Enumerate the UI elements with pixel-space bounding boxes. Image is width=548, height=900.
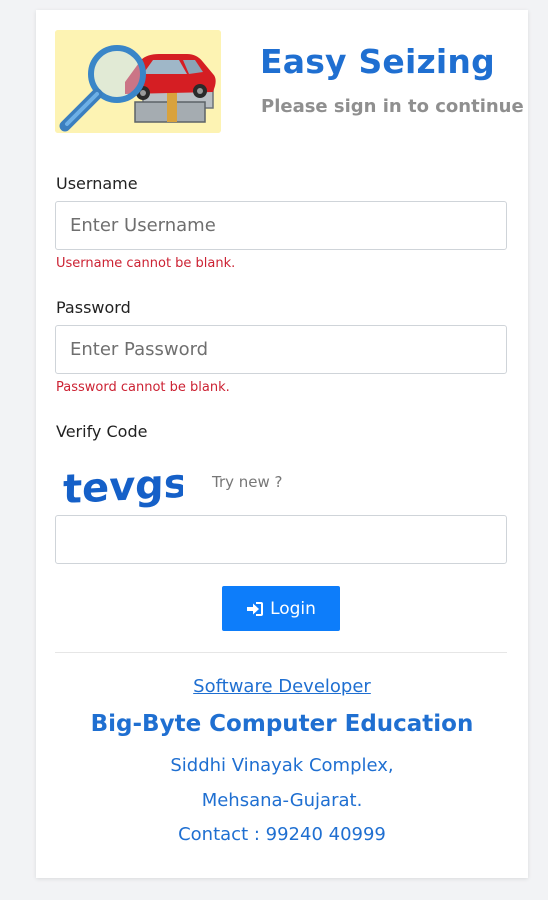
address-line-1: Siddhi Vinayak Complex, bbox=[170, 755, 394, 776]
sign-in-icon bbox=[247, 601, 264, 616]
password-label: Password bbox=[56, 298, 131, 317]
verify-code-input[interactable] bbox=[55, 515, 507, 564]
app-subtitle: Please sign in to continue bbox=[261, 96, 524, 117]
password-input[interactable] bbox=[55, 325, 507, 374]
divider bbox=[55, 652, 507, 653]
login-button-label: Login bbox=[270, 598, 316, 619]
address-line-2: Mehsana-Gujarat. bbox=[201, 790, 363, 811]
software-developer-link[interactable]: Software Developer bbox=[36, 676, 528, 697]
contact-info: Contact : 99240 40999 bbox=[178, 824, 386, 845]
app-title: Easy Seizing bbox=[260, 42, 495, 81]
username-label: Username bbox=[56, 174, 138, 193]
username-input[interactable] bbox=[55, 201, 507, 250]
login-button[interactable]: Login bbox=[222, 586, 340, 631]
login-card: Easy Seizing Please sign in to continue … bbox=[36, 10, 528, 878]
company-name: Big-Byte Computer Education bbox=[90, 711, 474, 737]
username-error: Username cannot be blank. bbox=[56, 256, 236, 271]
try-new-captcha-link[interactable]: Try new ? bbox=[212, 473, 283, 491]
app-logo bbox=[55, 30, 221, 133]
captcha-image[interactable]: tevgs bbox=[63, 456, 183, 514]
password-error: Password cannot be blank. bbox=[56, 380, 230, 395]
verify-code-label: Verify Code bbox=[56, 422, 148, 441]
captcha-text: tevgs bbox=[63, 461, 183, 514]
